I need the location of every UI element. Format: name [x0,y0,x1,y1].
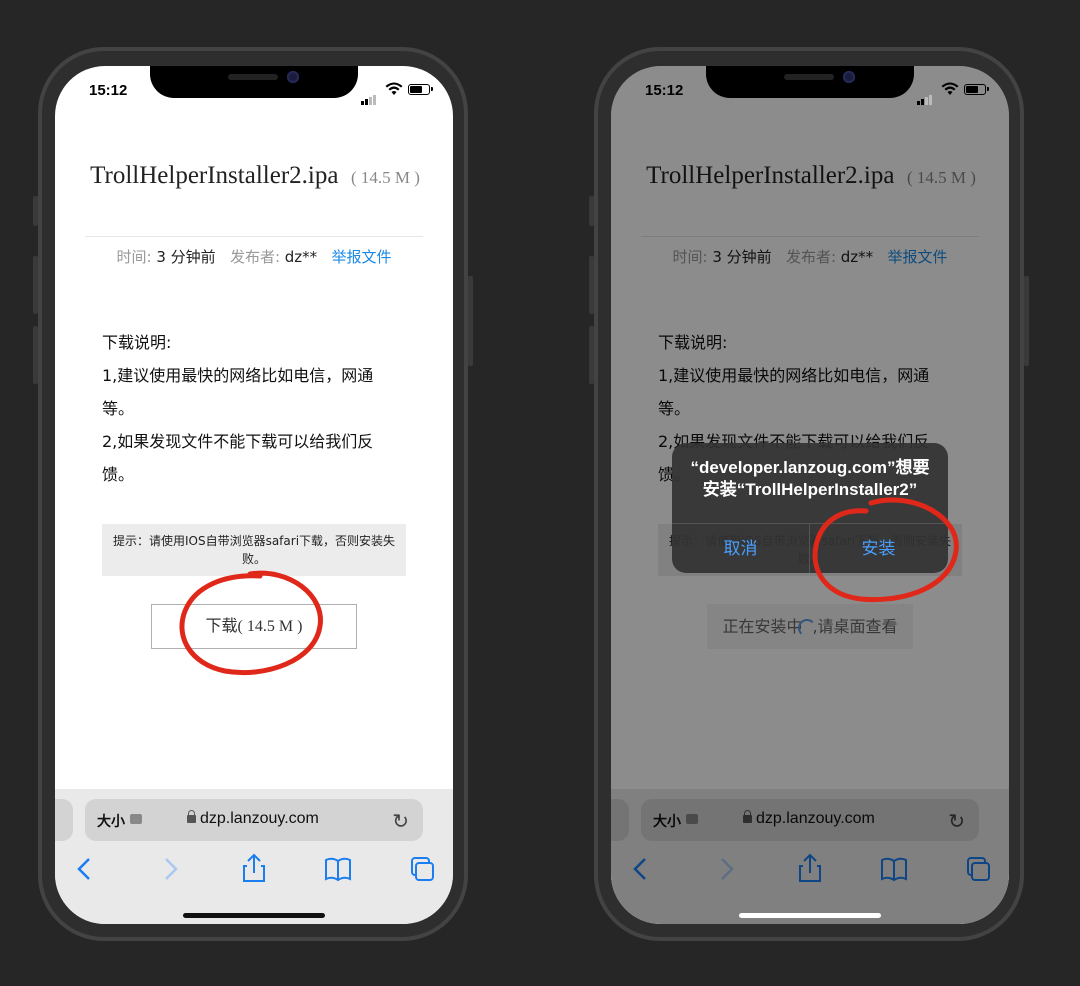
file-size: ( 14.5 M ) [350,168,420,187]
alert-message: “developer.lanzoug.com”想要安装“TrollHelperI… [690,458,930,499]
screen-right: 15:12 TrollHelperInstaller2.ipa ( 14.5 M… [611,66,1009,924]
battery-icon [964,84,989,95]
extension-icon[interactable] [130,814,142,824]
share-icon[interactable] [234,849,274,889]
safari-toolbar [55,849,453,889]
screen-left: 15:12 TrollHelperInstaller2.ipa ( 14.5 M… [55,66,453,924]
cancel-button[interactable]: 取消 [672,524,809,573]
safari-bottom-bar: 大小 dzp.lanzouy.com ↻ [55,789,453,924]
signal-icon [361,86,377,105]
time-value: 3 分钟前 [156,248,216,266]
volume-down-button [589,326,594,384]
mute-switch [589,196,594,226]
volume-down-button [33,326,38,384]
publisher-value: dz** [284,248,318,266]
lock-icon [187,809,196,823]
download-instructions: 下载说明: 1,建议使用最快的网络比如电信，网通等。 2,如果发现文件不能下载可… [102,326,392,491]
instructions-heading: 下载说明: [102,333,172,352]
wifi-icon [941,82,959,95]
safari-tip: 提示：请使用IOS自带浏览器safari下载，否则安装失败。 [102,524,406,576]
power-button [468,276,473,366]
volume-up-button [589,256,594,314]
wifi-icon [385,82,403,95]
phone-frame-right: 15:12 TrollHelperInstaller2.ipa ( 14.5 M… [589,47,1029,941]
url-text[interactable]: dzp.lanzouy.com [187,809,319,828]
address-bar[interactable]: 大小 dzp.lanzouy.com ↻ [85,799,423,841]
time-label: 时间: [116,248,152,266]
file-name: TrollHelperInstaller2.ipa [90,162,339,189]
install-alert-dialog: “developer.lanzoug.com”想要安装“TrollHelperI… [672,443,948,573]
home-indicator [183,913,325,918]
notch [706,66,914,98]
notch [150,66,358,98]
file-meta: 时间: 3 分钟前 发布者: dz** 举报文件 [55,246,453,267]
previous-tab-peek[interactable] [55,799,73,841]
install-button[interactable]: 安装 [810,524,947,573]
phone-frame-left: 15:12 TrollHelperInstaller2.ipa ( 14.5 M… [33,47,473,941]
home-indicator [739,913,881,918]
url-value: dzp.lanzouy.com [200,810,319,827]
bookmarks-icon[interactable] [318,849,358,889]
file-title: TrollHelperInstaller2.ipa ( 14.5 M ) [85,159,425,195]
signal-icon [917,86,933,105]
status-time: 15:12 [645,82,684,99]
battery-icon [408,84,433,95]
publisher-label: 发布者: [229,248,280,266]
report-file-link[interactable]: 举报文件 [332,248,392,266]
forward-arrow-icon[interactable] [150,849,190,889]
tabs-icon[interactable] [402,849,442,889]
text-size-button[interactable]: 大小 [97,811,125,831]
download-button[interactable]: 下载( 14.5 M ) [151,604,357,649]
divider [85,236,423,237]
instructions-line-2: 2,如果发现文件不能下载可以给我们反馈。 [102,432,374,484]
volume-up-button [33,256,38,314]
instructions-line-1: 1,建议使用最快的网络比如电信，网通等。 [102,366,374,418]
mute-switch [33,196,38,226]
back-arrow-icon[interactable] [65,849,105,889]
power-button [1024,276,1029,366]
reload-icon[interactable]: ↻ [392,809,409,834]
status-time: 15:12 [89,82,128,99]
